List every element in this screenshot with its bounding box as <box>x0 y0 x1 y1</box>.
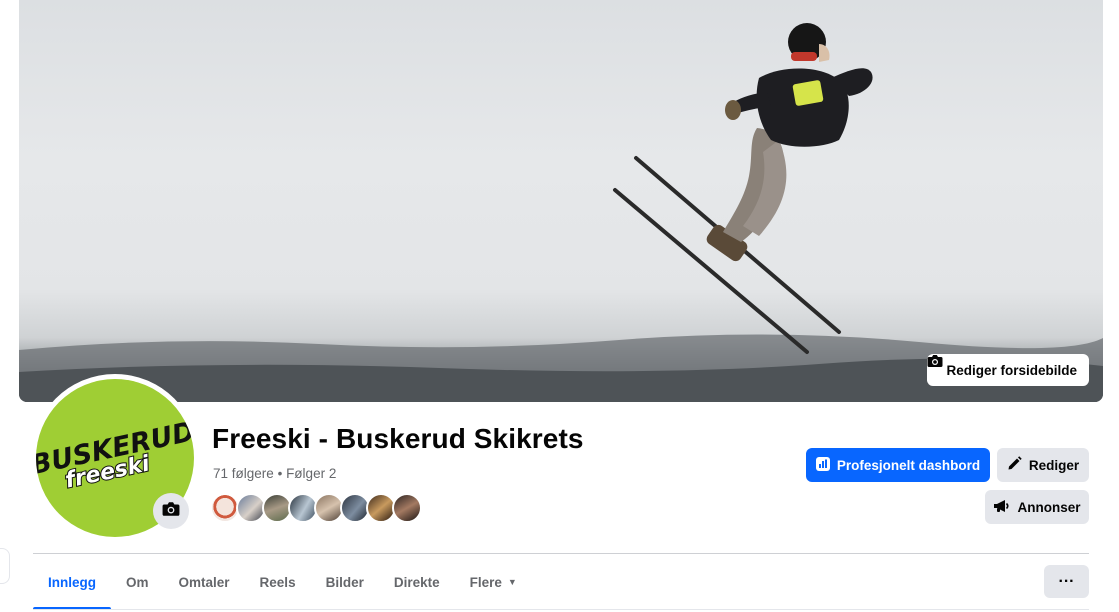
tab-innlegg[interactable]: Innlegg <box>33 554 111 610</box>
pencil-icon <box>1007 456 1022 474</box>
tab-om[interactable]: Om <box>111 554 164 610</box>
tab-label: Reels <box>259 574 296 590</box>
edit-page-button[interactable]: Rediger <box>997 448 1089 482</box>
tab-label: Omtaler <box>178 574 230 590</box>
professional-dashboard-button[interactable]: Profesjonelt dashbord <box>806 448 990 482</box>
follower-avatar[interactable] <box>392 493 422 523</box>
tab-label: Bilder <box>325 574 364 590</box>
change-profile-picture-button[interactable] <box>153 493 189 529</box>
chart-icon <box>815 456 830 474</box>
tab-label: Innlegg <box>48 574 96 590</box>
cover-skier-illustration <box>19 23 1103 402</box>
side-panel-edge <box>0 548 10 584</box>
cover-photo[interactable]: Rediger forsidebilde <box>19 0 1103 402</box>
megaphone-icon <box>993 499 1010 516</box>
tab-label: Om <box>126 574 149 590</box>
tab-bilder[interactable]: Bilder <box>311 554 379 610</box>
tabs-bottom-border <box>33 609 1089 610</box>
followers-count[interactable]: 71 følgere <box>213 466 274 481</box>
advertise-label: Annonser <box>1017 499 1081 515</box>
tab-flere[interactable]: Flere ▼ <box>455 554 532 610</box>
page-tabs: Innlegg Om Omtaler Reels Bilder Direkte … <box>33 554 532 610</box>
professional-dashboard-label: Profesjonelt dashbord <box>836 457 981 473</box>
follow-stats: 71 følgere • Følger 2 <box>213 466 336 481</box>
page-title: Freeski - Buskerud Skikrets <box>212 423 584 454</box>
edit-cover-photo-label: Rediger forsidebilde <box>946 362 1077 378</box>
edit-page-label: Rediger <box>1028 457 1080 473</box>
tab-reels[interactable]: Reels <box>245 554 311 610</box>
more-options-button[interactable]: ··· <box>1044 565 1089 598</box>
tab-label: Direkte <box>393 574 440 590</box>
more-options-label: ··· <box>1058 572 1075 590</box>
edit-cover-photo-button[interactable]: Rediger forsidebilde <box>927 354 1089 386</box>
advertise-button[interactable]: Annonser <box>985 490 1089 524</box>
caret-down-icon: ▼ <box>507 577 517 587</box>
tab-label: Flere <box>469 574 502 590</box>
camera-icon <box>162 501 180 522</box>
tab-direkte[interactable]: Direkte <box>379 554 455 610</box>
tab-omtaler[interactable]: Omtaler <box>164 554 245 610</box>
page-header: Rediger forsidebilde BUSKERUD freeski Fr… <box>0 0 1119 612</box>
stats-separator: • <box>277 466 283 481</box>
following-count[interactable]: Følger 2 <box>286 466 336 481</box>
